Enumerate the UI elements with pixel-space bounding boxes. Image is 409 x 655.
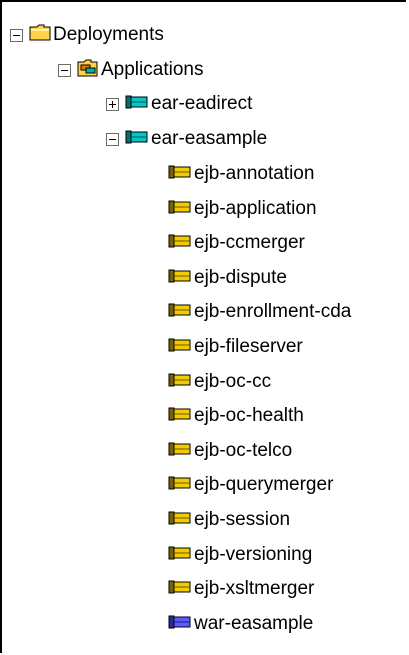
tree-node-applications[interactable]: Applications xyxy=(58,55,203,85)
tree-node-ejb-ccmerger[interactable]: ejb-ccmerger xyxy=(168,228,305,258)
tree-node-ejb-fileserver[interactable]: ejb-fileserver xyxy=(168,332,303,362)
tree-node-ear-eadirect[interactable]: ear-eadirect xyxy=(106,89,252,119)
ejb-module-icon xyxy=(168,544,192,566)
tree-node-label: ejb-session xyxy=(194,509,291,530)
ear-module-icon xyxy=(125,93,149,115)
ejb-module-icon xyxy=(168,440,192,462)
tree-node-ejb-versioning[interactable]: ejb-versioning xyxy=(168,540,312,570)
ejb-module-icon xyxy=(168,198,192,220)
applications-folder-icon xyxy=(77,57,99,83)
ejb-module-icon xyxy=(168,163,192,185)
tree-node-label: ejb-fileserver xyxy=(194,336,303,357)
ejb-module-icon xyxy=(168,509,192,531)
tree-node-ejb-xsltmerger[interactable]: ejb-xsltmerger xyxy=(168,574,314,604)
tree-node-ejb-querymerger[interactable]: ejb-querymerger xyxy=(168,470,333,500)
ejb-module-icon xyxy=(168,267,192,289)
tree-node-ejb-dispute[interactable]: ejb-dispute xyxy=(168,263,287,293)
tree-node-ejb-application[interactable]: ejb-application xyxy=(168,194,317,224)
ejb-module-icon xyxy=(168,371,192,393)
tree-node-deployments[interactable]: Deployments xyxy=(10,20,164,50)
tree-node-ejb-oc-health[interactable]: ejb-oc-health xyxy=(168,401,304,431)
deployments-tree-panel: Deployments Applications ear-eadirect ea… xyxy=(0,0,406,653)
ejb-module-icon xyxy=(168,474,192,496)
tree-node-ejb-enrollment-cda[interactable]: ejb-enrollment-cda xyxy=(168,297,351,327)
tree-node-label: Applications xyxy=(101,59,204,80)
ear-module-icon xyxy=(125,128,149,150)
ejb-module-icon xyxy=(168,232,192,254)
tree-node-ejb-oc-cc[interactable]: ejb-oc-cc xyxy=(168,367,271,397)
collapse-toggle-icon[interactable] xyxy=(10,28,23,42)
tree-node-label: ejb-oc-health xyxy=(194,405,304,426)
tree-node-ejb-annotation[interactable]: ejb-annotation xyxy=(168,159,314,189)
ejb-module-icon xyxy=(168,405,192,427)
expand-toggle-icon[interactable] xyxy=(106,97,119,111)
tree-node-label: ejb-dispute xyxy=(194,267,287,288)
tree-node-war-easample[interactable]: war-easample xyxy=(168,609,313,639)
tree-node-label: ear-eadirect xyxy=(151,93,253,114)
tree-node-label: ejb-application xyxy=(194,198,317,219)
ejb-module-icon xyxy=(168,336,192,358)
tree-node-label: war-easample xyxy=(194,613,314,634)
tree-node-ear-easample[interactable]: ear-easample xyxy=(106,124,267,154)
folder-icon xyxy=(29,23,51,47)
collapse-toggle-icon[interactable] xyxy=(106,132,119,146)
tree-node-label: ejb-oc-telco xyxy=(194,440,293,461)
tree-node-label: ejb-enrollment-cda xyxy=(194,301,352,322)
tree-node-label: Deployments xyxy=(53,24,164,45)
tree-node-ejb-oc-telco[interactable]: ejb-oc-telco xyxy=(168,436,292,466)
tree-node-label: ejb-xsltmerger xyxy=(194,578,315,599)
tree-node-label: ear-easample xyxy=(151,128,268,149)
tree-node-label: ejb-ccmerger xyxy=(194,232,305,253)
tree-node-label: ejb-versioning xyxy=(194,544,313,565)
tree-node-label: ejb-querymerger xyxy=(194,474,334,495)
collapse-toggle-icon[interactable] xyxy=(58,63,71,77)
ejb-module-icon xyxy=(168,578,192,600)
tree-node-ejb-session[interactable]: ejb-session xyxy=(168,505,290,535)
war-module-icon xyxy=(168,613,192,635)
ejb-module-icon xyxy=(168,301,192,323)
tree-node-label: ejb-oc-cc xyxy=(194,371,272,392)
tree-node-label: ejb-annotation xyxy=(194,163,315,184)
